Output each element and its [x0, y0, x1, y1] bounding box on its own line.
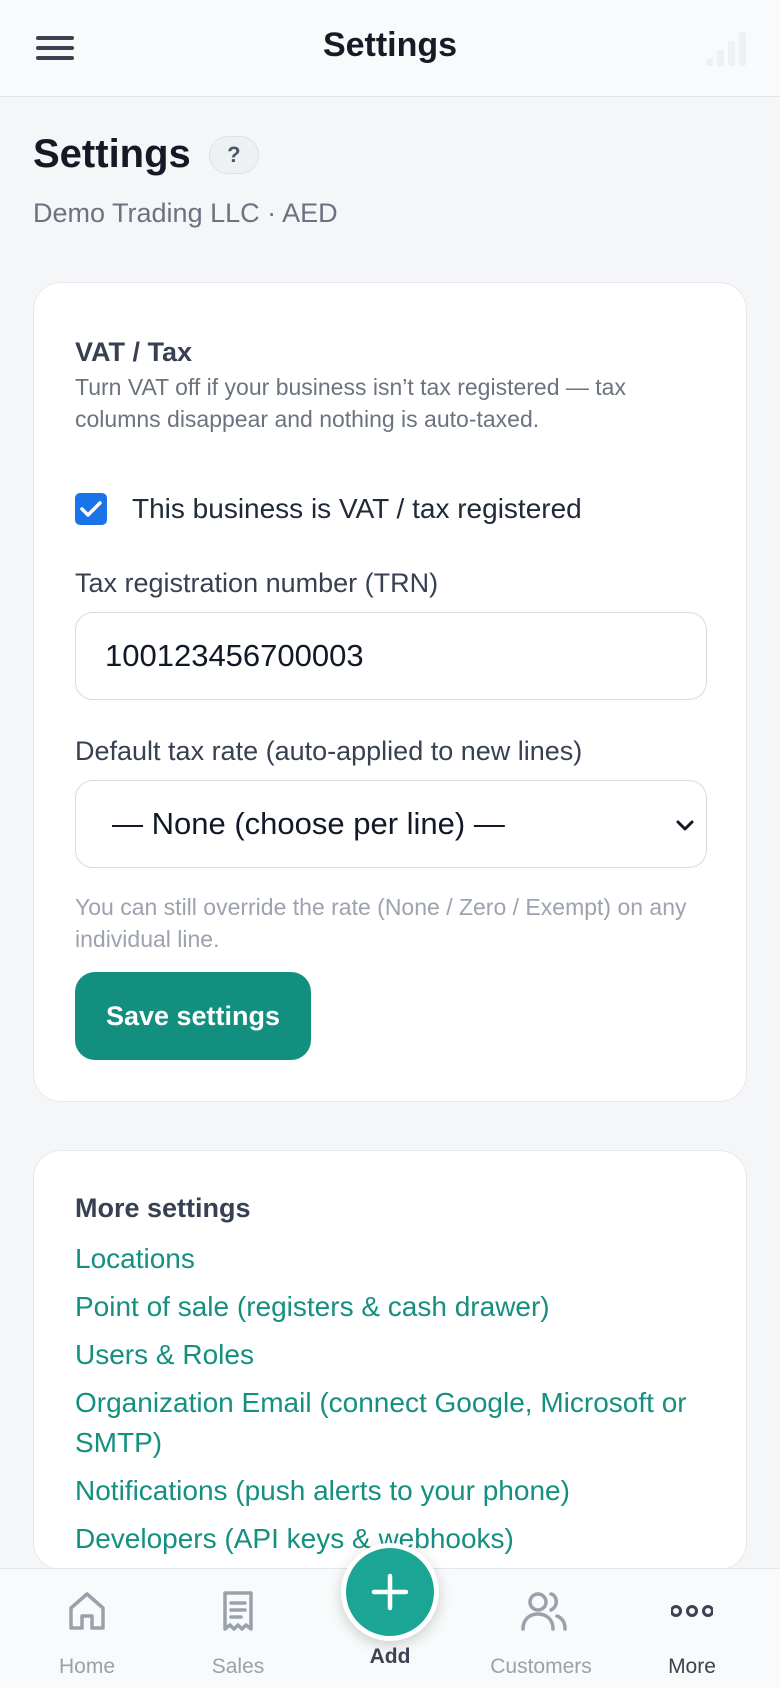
tax-rate-value: — None (choose per line) —	[112, 806, 505, 841]
checkmark-icon	[80, 501, 102, 517]
nav-customers-label: Customers	[490, 1655, 592, 1678]
save-settings-button[interactable]: Save settings	[75, 972, 311, 1060]
nav-home-label: Home	[58, 1655, 116, 1678]
tax-rate-select[interactable]: — None (choose per line) —	[75, 780, 707, 868]
vat-heading: VAT / Tax	[75, 337, 193, 367]
nav-add-label: Add	[369, 1645, 411, 1668]
chevron-down-icon	[676, 820, 694, 831]
plus-icon	[371, 1573, 409, 1611]
link-organization-email[interactable]: Organization Email (connect Google, Micr…	[75, 1383, 715, 1463]
page-title-row: Settings ?	[33, 132, 259, 177]
vat-settings-card: VAT / Tax Turn VAT off if your business …	[33, 282, 747, 1102]
link-point-of-sale[interactable]: Point of sale (registers & cash drawer)	[75, 1287, 715, 1327]
signal-icon	[706, 30, 746, 66]
vat-registered-label: This business is VAT / tax registered	[132, 493, 582, 524]
more-dots-icon	[671, 1605, 713, 1617]
more-settings-links: Locations Point of sale (registers & cas…	[75, 1239, 715, 1567]
nav-sales-label: Sales	[211, 1655, 265, 1678]
more-settings-heading: More settings	[75, 1193, 251, 1223]
nav-sales[interactable]: Sales	[173, 1569, 303, 1688]
vat-registered-checkbox-row[interactable]: This business is VAT / tax registered	[75, 493, 582, 525]
link-notifications[interactable]: Notifications (push alerts to your phone…	[75, 1471, 715, 1511]
nav-home[interactable]: Home	[22, 1569, 152, 1688]
add-button[interactable]	[341, 1543, 439, 1641]
home-icon	[69, 1592, 105, 1630]
tax-rate-label: Default tax rate (auto-applied to new li…	[75, 736, 583, 766]
nav-customers[interactable]: Customers	[476, 1569, 606, 1688]
link-locations[interactable]: Locations	[75, 1239, 715, 1279]
page-title: Settings	[33, 132, 191, 176]
nav-more-label: More	[668, 1655, 716, 1678]
receipt-icon	[223, 1591, 253, 1631]
trn-label: Tax registration number (TRN)	[75, 568, 439, 598]
link-users-roles[interactable]: Users & Roles	[75, 1335, 715, 1375]
more-settings-card: More settings Locations Point of sale (r…	[33, 1150, 747, 1570]
vat-description: Turn VAT off if your business isn’t tax …	[75, 374, 626, 432]
help-button[interactable]: ?	[208, 135, 259, 174]
nav-more[interactable]: More	[627, 1569, 757, 1688]
tax-rate-hint: You can still override the rate (None / …	[75, 894, 687, 952]
top-bar: Settings	[0, 0, 780, 97]
organization-line: Demo Trading LLC · AED	[33, 198, 338, 228]
customers-icon	[521, 1592, 567, 1631]
vat-registered-checkbox[interactable]	[75, 493, 107, 525]
top-bar-title: Settings	[322, 26, 458, 64]
trn-input[interactable]	[75, 612, 707, 700]
